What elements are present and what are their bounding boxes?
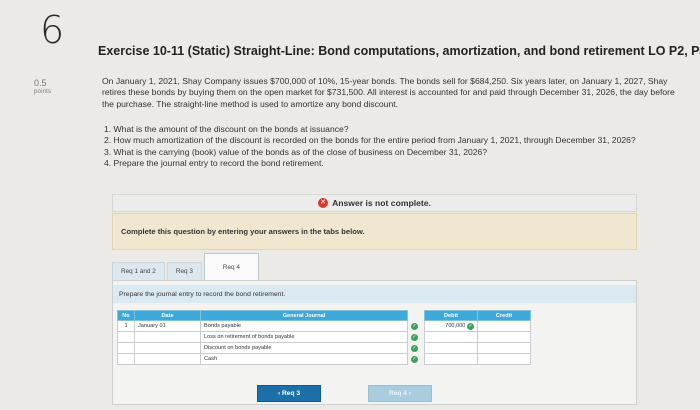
tab-req-4[interactable]: Req 4: [203, 253, 259, 280]
points-indicator: 0.5 points: [34, 78, 51, 96]
requirement-tabs: Req 1 and 2 Req 3 Req 4: [112, 253, 261, 280]
account-name: Discount on bonds payable: [204, 345, 272, 351]
check-cell: ✓: [407, 353, 425, 365]
table-row: 1 January 01 Bonds payable ✓ 700,000 ✓: [117, 320, 531, 332]
tab-instructions: Complete this question by entering your …: [112, 213, 637, 250]
table-row: Discount on bonds payable ✓: [117, 342, 531, 354]
question-item-2: 2. How much amortization of the discount…: [104, 135, 636, 146]
check-cell: ✓: [407, 342, 425, 354]
panel-instruction: Prepare the journal entry to record the …: [113, 285, 636, 303]
correct-check-icon: ✓: [411, 322, 418, 330]
correct-check-icon: ✓: [411, 355, 418, 363]
correct-check-icon: ✓: [467, 322, 474, 330]
account-select[interactable]: Cash: [200, 353, 408, 365]
account-name: Loss on retirement of bonds payable: [204, 334, 295, 340]
question-item-4: 4. Prepare the journal entry to record t…: [104, 158, 324, 169]
debit-input[interactable]: [424, 331, 478, 343]
prev-req-label: Req 3: [282, 390, 300, 397]
question-number: 6: [40, 8, 65, 52]
next-req-label: Req 4: [389, 390, 407, 397]
credit-input[interactable]: [477, 342, 531, 354]
date-select[interactable]: [134, 353, 201, 365]
header-general-journal: General Journal: [200, 310, 408, 321]
row-no: [117, 353, 135, 365]
journal-header-row: No Date General Journal Debit Credit: [117, 310, 531, 321]
prev-req-button[interactable]: ‹ Req 3: [257, 385, 321, 402]
row-no: [117, 342, 135, 354]
row-no: [117, 331, 135, 343]
debit-value: 700,000: [445, 322, 466, 329]
answer-status-text: Answer is not complete.: [332, 198, 431, 208]
answer-status-bar: ✕ Answer is not complete.: [112, 194, 637, 212]
debit-input[interactable]: [424, 342, 478, 354]
date-select[interactable]: January 01: [134, 320, 201, 332]
check-cell: ✓: [407, 320, 425, 332]
credit-input[interactable]: [477, 320, 531, 332]
account-name: Bonds payable: [204, 323, 242, 329]
header-credit: Credit: [477, 310, 531, 321]
date-select[interactable]: [134, 342, 201, 354]
tab-req-1-and-2[interactable]: Req 1 and 2: [112, 262, 165, 280]
panel-instruction-text: Prepare the journal entry to record the …: [119, 290, 286, 298]
credit-input[interactable]: [477, 331, 531, 343]
correct-check-icon: ✓: [411, 344, 418, 352]
header-no: No: [117, 310, 135, 321]
header-debit: Debit: [424, 310, 478, 321]
journal-entry-table: No Date General Journal Debit Credit 1 J…: [117, 310, 531, 365]
account-select[interactable]: Loss on retirement of bonds payable: [200, 331, 408, 343]
table-row: Loss on retirement of bonds payable ✓: [117, 331, 531, 343]
account-name: Cash: [204, 356, 218, 362]
question-item-1: 1. What is the amount of the discount on…: [104, 124, 349, 134]
points-value: 0.5: [34, 78, 47, 88]
table-row: Cash ✓: [117, 353, 531, 365]
exercise-title: Exercise 10-11 (Static) Straight-Line: B…: [98, 44, 700, 58]
exercise-intro: On January 1, 2021, Shay Company issues …: [102, 76, 675, 109]
question-item-3: 3. What is the carrying (book) value of …: [104, 146, 488, 157]
header-check-spacer: [407, 310, 425, 321]
next-req-button[interactable]: Req 4 ›: [368, 385, 432, 402]
row-no: 1: [117, 320, 135, 332]
points-label: points: [34, 88, 52, 95]
error-x-icon: ✕: [318, 198, 329, 208]
account-select[interactable]: Discount on bonds payable: [200, 342, 408, 354]
chevron-right-icon: ›: [406, 390, 411, 397]
tab-req-3[interactable]: Req 3: [166, 262, 202, 280]
credit-input[interactable]: [477, 353, 531, 365]
debit-input[interactable]: [424, 353, 478, 365]
correct-check-icon: ✓: [411, 333, 418, 341]
debit-input[interactable]: 700,000 ✓: [424, 320, 478, 332]
date-select[interactable]: [134, 331, 201, 343]
tab-instructions-text: Complete this question by entering your …: [121, 227, 365, 236]
header-date: Date: [134, 310, 201, 321]
question-list: 1. What is the amount of the discount on…: [104, 124, 679, 170]
account-select[interactable]: Bonds payable: [200, 320, 408, 332]
check-cell: ✓: [407, 331, 425, 343]
